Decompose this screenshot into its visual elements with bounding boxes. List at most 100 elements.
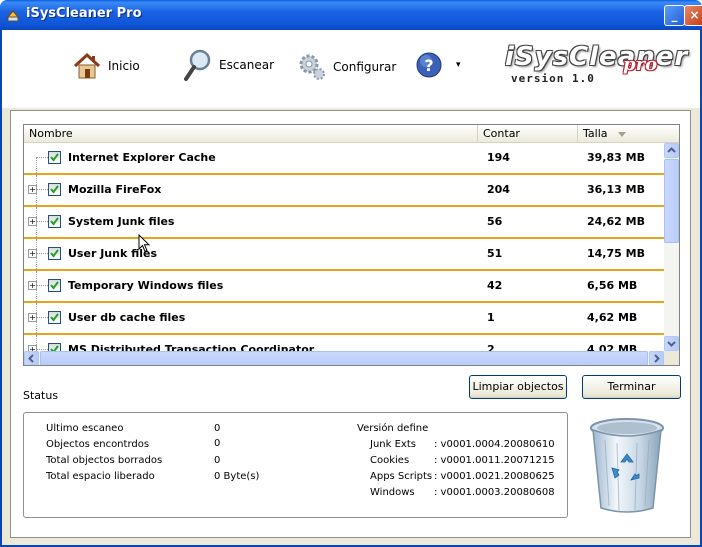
vertical-scrollbar[interactable] <box>664 143 679 351</box>
close-icon: × <box>689 8 700 22</box>
item-size: 24,62 MB <box>587 215 645 228</box>
def-value: : v0001.0021.20080625 <box>434 471 555 482</box>
list-item[interactable]: Internet Explorer Cache 194 39,83 MB <box>24 143 664 175</box>
def-label: Cookies <box>370 455 410 466</box>
chevron-up-icon <box>667 147 676 153</box>
checkbox[interactable] <box>48 279 61 292</box>
item-count: 56 <box>487 215 503 228</box>
checkbox[interactable] <box>48 183 61 196</box>
logo-text: iSysCleaner <box>505 42 689 72</box>
home-icon <box>73 52 101 79</box>
item-size: 39,83 MB <box>587 151 645 164</box>
scan-button[interactable]: Escanear <box>183 48 274 82</box>
item-count: 1 <box>487 311 495 324</box>
tree-branch <box>36 253 48 254</box>
scroll-corner <box>664 351 679 365</box>
tree-branch <box>36 157 48 158</box>
item-size: 14,75 MB <box>587 247 645 260</box>
item-size: 4,02 MB <box>587 343 638 351</box>
freed-label: Total espacio liberado <box>46 471 155 482</box>
item-size: 6,56 MB <box>587 279 638 292</box>
def-value: : v0001.0011.20071215 <box>434 455 555 466</box>
status-box: Ultimo escaneo 0 Objectos encontrdos 0 T… <box>23 412 568 518</box>
scroll-down-button[interactable] <box>664 336 679 351</box>
help-icon: ? <box>416 52 442 78</box>
item-count: 194 <box>487 151 510 164</box>
list-item[interactable]: + MS Distributed Transaction Coordinator… <box>24 335 664 351</box>
expand-icon[interactable]: + <box>28 217 37 226</box>
magnifier-icon <box>184 49 211 81</box>
item-size: 36,13 MB <box>587 183 645 196</box>
close-button[interactable]: × <box>684 5 702 26</box>
list-item[interactable]: + System Junk files 56 24,62 MB <box>24 207 664 239</box>
list-rows: Internet Explorer Cache 194 39,83 MB + M… <box>24 143 664 351</box>
tree-branch <box>36 285 48 286</box>
checkmark-icon <box>50 153 59 162</box>
checkbox[interactable] <box>48 343 61 351</box>
column-header-size[interactable]: Talla <box>578 125 679 142</box>
column-header-name[interactable]: Nombre <box>24 125 478 142</box>
found-value: 0 <box>214 438 221 449</box>
horizontal-scrollbar[interactable] <box>24 351 664 365</box>
list-item[interactable]: + User db cache files 1 4,62 MB <box>24 303 664 335</box>
chevron-left-icon <box>28 354 34 363</box>
item-name: MS Distributed Transaction Coordinator <box>68 343 315 351</box>
checkbox[interactable] <box>48 215 61 228</box>
list-item[interactable]: + Temporary Windows files 42 6,56 MB <box>24 271 664 303</box>
home-button[interactable]: Inicio <box>72 52 140 80</box>
item-count: 2 <box>487 343 495 351</box>
mouse-cursor-icon <box>138 234 150 253</box>
configure-button[interactable]: Configurar <box>297 52 396 82</box>
list-item[interactable]: + User Junk files 51 14,75 MB <box>24 239 664 271</box>
dropdown-arrow-icon[interactable]: ▾ <box>456 60 461 70</box>
scroll-thumb[interactable] <box>664 159 679 243</box>
expand-icon[interactable]: + <box>28 249 37 258</box>
checkmark-icon <box>50 249 59 258</box>
window-title: iSysCleaner Pro <box>26 6 142 21</box>
expand-icon[interactable]: + <box>28 313 37 322</box>
checkmark-icon <box>50 281 59 290</box>
checkbox[interactable] <box>48 151 61 164</box>
def-value: : v0001.0003.20080608 <box>434 487 555 498</box>
scroll-up-button[interactable] <box>664 143 679 158</box>
expand-icon[interactable]: + <box>28 185 37 194</box>
scroll-right-button[interactable] <box>649 351 664 365</box>
gear-icon <box>299 54 325 80</box>
def-value: : v0001.0004.20080610 <box>434 439 555 450</box>
hscroll-thumb[interactable] <box>40 351 648 365</box>
logo-version: version 1.0 <box>511 72 595 85</box>
item-name: System Junk files <box>68 215 175 228</box>
app-icon <box>5 10 21 22</box>
item-count: 51 <box>487 247 503 260</box>
deleted-label: Total objectos borrados <box>46 455 163 466</box>
checkbox[interactable] <box>48 247 61 260</box>
scroll-left-button[interactable] <box>24 351 39 365</box>
svg-text:?: ? <box>424 56 433 75</box>
checkmark-icon <box>50 185 59 194</box>
results-list[interactable]: Nombre Contar Talla Internet Explorer Ca… <box>23 124 680 366</box>
checkmark-icon <box>50 313 59 322</box>
recycle-bin-icon <box>590 418 664 513</box>
app-logo: iSysCleaner pro version 1.0 <box>505 42 690 92</box>
clean-items-button[interactable]: Limpiar objectos <box>469 375 567 399</box>
tree-branch <box>36 317 48 318</box>
checkmark-icon <box>50 217 59 226</box>
item-name: Temporary Windows files <box>68 279 224 292</box>
item-name: Mozilla FireFox <box>68 183 162 196</box>
item-name: Internet Explorer Cache <box>68 151 216 164</box>
expand-icon[interactable]: + <box>28 281 37 290</box>
tree-branch <box>36 221 48 222</box>
item-size: 4,62 MB <box>587 311 638 324</box>
help-button[interactable]: ? ▾ <box>416 52 461 78</box>
item-count: 42 <box>487 279 503 292</box>
list-header: Nombre Contar Talla <box>24 125 679 143</box>
title-bar[interactable]: iSysCleaner Pro _ × <box>0 0 702 30</box>
minimize-button[interactable]: _ <box>664 5 685 26</box>
minimize-icon: _ <box>671 8 678 22</box>
tree-branch <box>36 189 48 190</box>
logo-pro: pro <box>623 54 658 75</box>
column-header-count[interactable]: Contar <box>478 125 578 142</box>
checkbox[interactable] <box>48 311 61 324</box>
list-item[interactable]: + Mozilla FireFox 204 36,13 MB <box>24 175 664 207</box>
finish-button[interactable]: Terminar <box>582 375 681 399</box>
